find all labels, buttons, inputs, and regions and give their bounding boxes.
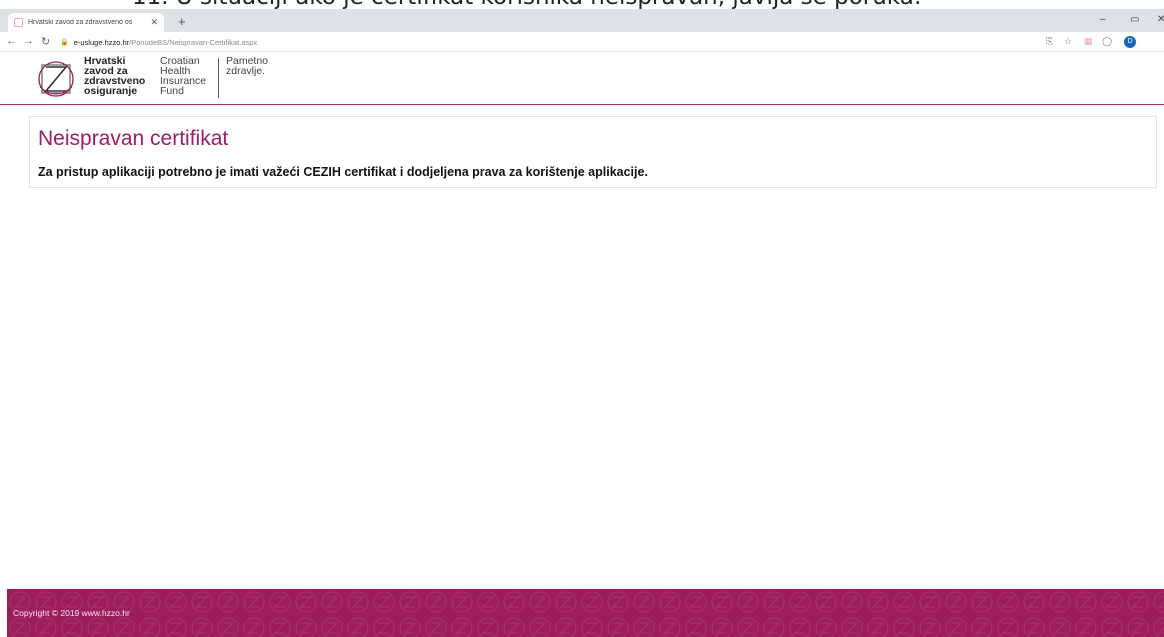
close-tab-icon[interactable]: ✕ — [150, 17, 158, 28]
url-path: /PonudeBS/Neispravan-Certifikat.aspx — [129, 37, 258, 47]
footer-pattern — [7, 589, 1164, 637]
error-message: Za pristup aplikaciji potrebno je imati … — [38, 165, 648, 179]
brand-divider — [218, 58, 219, 98]
brand-name-en: Croatian Health Insurance Fund — [160, 56, 206, 97]
close-window-icon[interactable]: ✕ — [1157, 14, 1164, 25]
error-panel: Neispravan certifikat Za pristup aplikac… — [29, 116, 1157, 188]
profile-avatar[interactable]: D — [1124, 36, 1136, 48]
translate-icon[interactable]: ⎘ — [1046, 36, 1053, 47]
site-favicon-icon — [14, 18, 23, 27]
copyright-text: Copyright © 2019 www.hzzo.hr — [13, 608, 130, 618]
site-footer: Copyright © 2019 www.hzzo.hr — [7, 589, 1164, 637]
site-header: Hrvatski zavod za zdravstveno osiguranje… — [0, 52, 1164, 105]
bookmark-star-icon[interactable]: ☆ — [1064, 36, 1072, 47]
page-title: Neispravan certifikat — [38, 127, 229, 150]
document-caption-text: 11. U situaciji ako je certifikat korisn… — [132, 0, 922, 9]
document-caption: 11. U situaciji ako je certifikat korisn… — [0, 0, 1164, 9]
tab-title: Hrvatski zavod za zdravstveno os — [28, 19, 133, 26]
forward-icon[interactable]: → — [23, 35, 34, 47]
browser-tab-strip: Hrvatski zavod za zdravstveno os ✕ + – ▭… — [0, 9, 1164, 32]
extension-icon[interactable]: ▦ — [1084, 36, 1093, 47]
tagline: Pametno zdravlje. — [226, 56, 268, 77]
browser-tab[interactable]: Hrvatski zavod za zdravstveno os ✕ — [8, 13, 164, 32]
address-bar[interactable]: 🔒 e-usluge.hzzo.hr /PonudeBS/Neispravan-… — [60, 34, 1040, 50]
tagline-line: zdravlje. — [226, 65, 266, 77]
brand-en-line: Fund — [160, 85, 184, 97]
reload-icon[interactable]: ↻ — [41, 35, 50, 48]
back-icon[interactable]: ← — [6, 35, 17, 47]
brand-name-hr: Hrvatski zavod za zdravstveno osiguranje — [84, 56, 145, 97]
restore-icon[interactable]: ▭ — [1130, 14, 1139, 25]
hzzo-logo-icon[interactable] — [36, 57, 76, 101]
url-host: e-usluge.hzzo.hr — [73, 37, 130, 47]
lock-icon: 🔒 — [60, 39, 69, 46]
new-tab-icon[interactable]: + — [178, 14, 186, 29]
browser-toolbar: ← → ↻ 🔒 e-usluge.hzzo.hr /PonudeBS/Neisp… — [0, 32, 1164, 52]
minimize-icon[interactable]: – — [1100, 14, 1106, 25]
brand-hr-line: osiguranje — [84, 85, 138, 97]
extension-circle-icon[interactable]: ◯ — [1102, 36, 1112, 47]
